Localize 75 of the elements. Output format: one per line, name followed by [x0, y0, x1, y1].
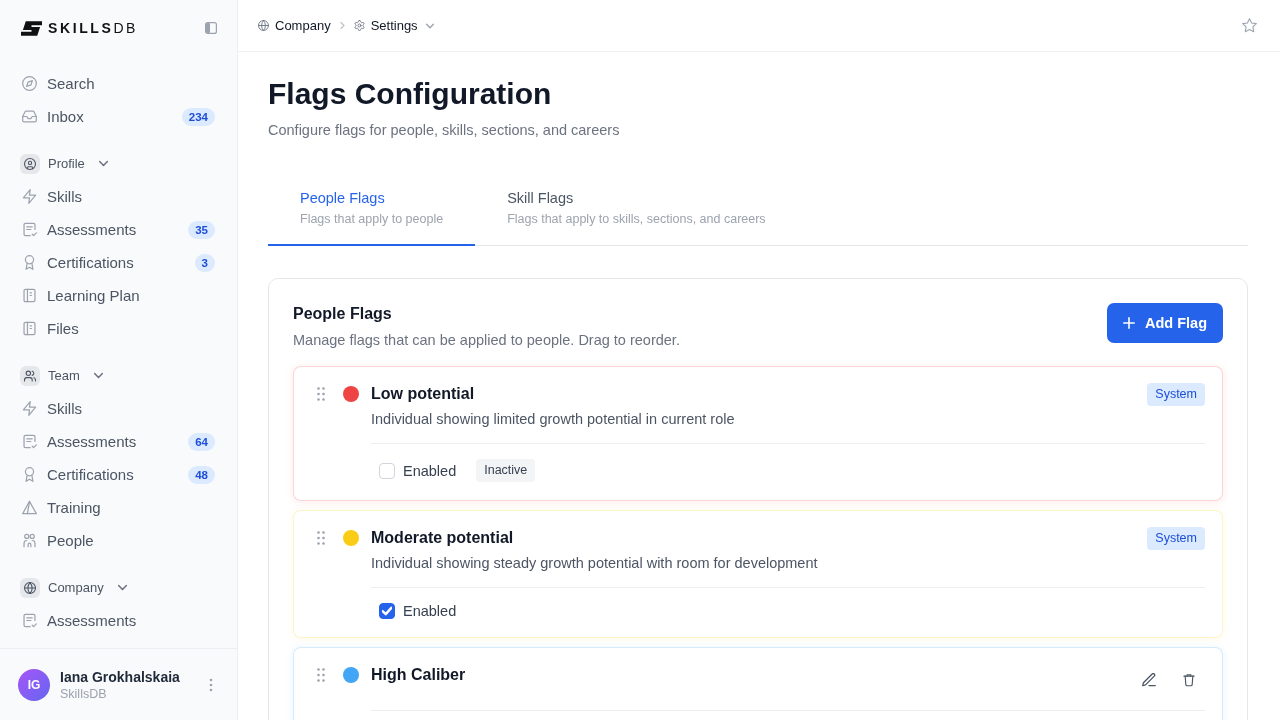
compass-icon	[22, 76, 37, 91]
lightning-icon	[22, 401, 37, 416]
panel-description: Manage flags that can be applied to people. Drag to reorder.	[293, 331, 680, 350]
avatar: IG	[18, 668, 50, 701]
people-icon	[20, 365, 40, 386]
section-toggle[interactable]: Company	[12, 571, 225, 604]
flag-name: High Caliber	[371, 665, 466, 685]
enabled-checkbox[interactable]	[379, 603, 395, 619]
user-name: Iana Grokhalskaia	[60, 668, 180, 685]
status-badge: Inactive	[476, 459, 536, 482]
tab[interactable]: People Flags Flags that apply to people	[268, 178, 476, 246]
system-badge: System	[1147, 383, 1205, 406]
ribbon-icon	[22, 467, 37, 482]
nav-item[interactable]: Training	[12, 491, 225, 524]
book-icon	[22, 321, 37, 336]
drag-handle-icon[interactable]	[317, 531, 325, 545]
sidebar-toggle-icon[interactable]	[205, 22, 217, 34]
section-toggle[interactable]: Profile	[12, 147, 225, 180]
flag-name: Moderate potential	[371, 528, 514, 548]
triangle-icon	[22, 500, 37, 515]
enabled-label: Enabled	[403, 603, 457, 619]
people-icon	[22, 533, 37, 548]
page-title: Flags Configuration	[268, 76, 553, 112]
checklist-icon	[22, 222, 37, 237]
settings-icon	[353, 20, 365, 31]
more-icon[interactable]	[209, 677, 213, 692]
checklist-icon	[22, 434, 37, 449]
logo-icon	[21, 20, 42, 36]
count-badge: 234	[181, 107, 215, 126]
lightning-icon	[22, 189, 37, 204]
enabled-label: Enabled	[403, 462, 457, 479]
nav-item[interactable]: People	[12, 524, 225, 557]
drag-handle-icon[interactable]	[317, 387, 325, 401]
globe-icon	[20, 577, 40, 598]
nav-item[interactable]: Learning Plan	[12, 279, 225, 312]
section-toggle[interactable]: Team	[12, 359, 225, 392]
nav-item[interactable]: Certifications 48	[12, 458, 225, 491]
nav-item[interactable]: Inbox 234	[12, 100, 225, 133]
inbox-icon	[22, 109, 37, 124]
nav-item[interactable]: Assessments	[12, 604, 225, 637]
ribbon-icon	[22, 255, 37, 270]
page-subtitle: Configure flags for people, skills, sections, and careers	[268, 121, 621, 140]
count-badge: 64	[188, 432, 215, 451]
system-badge: System	[1147, 527, 1205, 550]
book-icon	[22, 288, 37, 303]
pencil-icon	[1142, 673, 1156, 687]
star-icon[interactable]	[1242, 18, 1257, 33]
count-badge: 35	[188, 220, 215, 239]
nav-item[interactable]: Assessments 64	[12, 425, 225, 458]
checklist-icon	[22, 613, 37, 628]
user-icon	[20, 153, 40, 174]
chevron-right-icon	[338, 22, 346, 29]
flag-name: Low potential	[371, 384, 475, 404]
logo-text: SKILLSDB	[48, 20, 139, 36]
flag-description: Individual showing limited growth potential in current role	[371, 410, 736, 429]
organization-name: SkillsDB	[60, 686, 108, 701]
nav-item[interactable]: Certifications 3	[12, 246, 225, 279]
nav-item[interactable]: Assessments 35	[12, 213, 225, 246]
checkmark-icon	[382, 606, 392, 616]
count-badge: 3	[194, 253, 215, 272]
nav-item[interactable]: Search	[12, 67, 225, 100]
nav-item[interactable]: Skills	[12, 392, 225, 425]
panel-title: People Flags	[293, 304, 393, 324]
breadcrumb-link[interactable]: Settings	[353, 18, 434, 33]
nav-item[interactable]: Files	[12, 312, 225, 345]
breadcrumb-link[interactable]: Company	[258, 18, 331, 33]
flag-description: Individual showing steady growth potential with room for development	[371, 554, 819, 573]
nav-item[interactable]: Skills	[12, 180, 225, 213]
count-badge: 48	[188, 465, 215, 484]
plus-icon	[1122, 317, 1135, 329]
globe-icon	[258, 20, 269, 31]
tab[interactable]: Skill Flags Flags that apply to skills, sections, and careers	[475, 178, 798, 246]
add-flag-button[interactable]: Add Flag	[1106, 303, 1223, 343]
trash-icon	[1182, 673, 1196, 687]
drag-handle-icon[interactable]	[317, 668, 325, 682]
